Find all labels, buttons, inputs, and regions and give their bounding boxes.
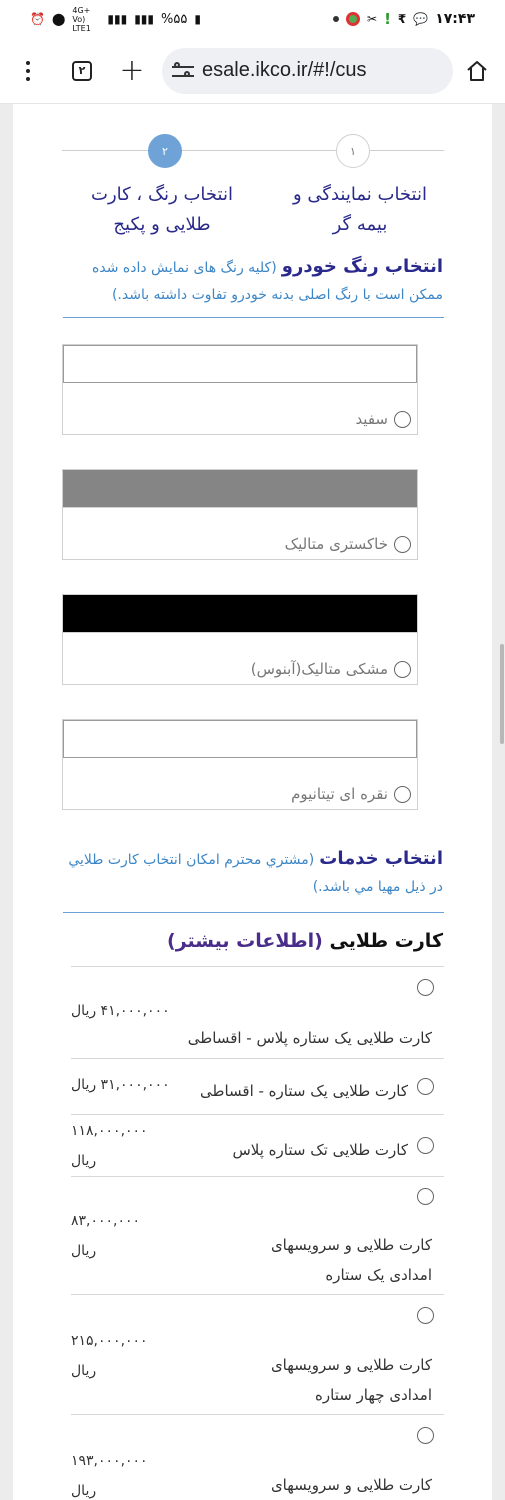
color-option-label: سفید	[355, 410, 411, 428]
gold-card-header: کارت طلایی (اطلاعات بیشتر)	[71, 930, 443, 952]
color-section-header: انتخاب رنگ خودرو (کلیه رنگ های نمایش داد…	[63, 254, 443, 308]
color-name-white: سفید	[355, 410, 388, 428]
radio-icon[interactable]	[394, 410, 411, 428]
app-icon: ₹	[397, 12, 407, 26]
color-option-label: نقره ای تیتانیوم	[291, 785, 411, 803]
gold-card-name: کارت طلایی و سرویسهای امدادی سه	[270, 1476, 432, 1494]
gold-card-price: ۱۹۳,۰۰۰,۰۰۰ ریال	[71, 1453, 148, 1499]
signal-icon-1: ▮▮▮	[134, 12, 155, 26]
clock: ۱۷:۴۳	[435, 11, 475, 27]
gold-card-price: ۲۱۵,۰۰۰,۰۰۰ ریال	[71, 1333, 148, 1379]
step-2-label: انتخاب رنگ ، کارت طلایی و پکیج	[91, 184, 233, 235]
color-swatch-black	[63, 595, 417, 633]
color-option-silver[interactable]: نقره ای تیتانیوم	[62, 719, 418, 810]
gold-card-item[interactable]: ۳۱,۰۰۰,۰۰۰ ریال کارت طلایی یک ستاره - اق…	[71, 1058, 444, 1114]
warning-icon: !	[384, 9, 391, 28]
color-option-white[interactable]: سفید	[62, 344, 418, 435]
status-left: ⏰ ⬤ 4G+ Vo) LTE1 ▮▮▮ ▮▮▮ %۵۵ ▮	[30, 6, 201, 33]
battery-label: %۵۵	[161, 11, 188, 27]
step-2-circle[interactable]: ۲	[148, 134, 182, 168]
radio-icon[interactable]	[417, 1137, 434, 1154]
url-text: esale.ikco.ir/#!/cus	[202, 59, 367, 81]
radio-icon[interactable]	[417, 1078, 434, 1095]
more-menu-icon[interactable]	[10, 53, 46, 89]
color-option-label: مشکی متالیک(آبنوس)	[251, 660, 411, 678]
gold-card-price: ۳۱,۰۰۰,۰۰۰ ریال	[71, 1077, 170, 1093]
alarm-icon: ⏰	[30, 12, 45, 26]
radio-icon[interactable]	[417, 1427, 434, 1444]
color-name-gray: خاکستری متالیک	[284, 535, 388, 553]
gold-card-item[interactable]: ۱۱۸,۰۰۰,۰۰۰ ریال کارت طلایی تک ستاره پلا…	[71, 1114, 444, 1176]
color-swatch-silver	[63, 720, 417, 758]
services-section-divider	[63, 912, 444, 913]
gold-card-name: کارت طلایی یک ستاره - اقساطی	[200, 1082, 408, 1100]
color-option-gray[interactable]: خاکستری متالیک	[62, 469, 418, 560]
services-section-title: انتخاب خدمات	[319, 848, 443, 869]
color-section-divider	[63, 317, 444, 318]
radio-icon[interactable]	[417, 1307, 434, 1324]
color-name-silver: نقره ای تیتانیوم	[291, 785, 388, 803]
radio-icon[interactable]	[394, 660, 411, 678]
tabs-button[interactable]: ۲	[64, 53, 100, 89]
content-card: ۱ ۲ انتخاب نمایندگی و بیمه گر انتخاب رنگ…	[13, 104, 492, 1500]
gold-card-title: کارت طلایی	[329, 930, 443, 952]
radio-icon[interactable]	[417, 1188, 434, 1205]
step-1-circle[interactable]: ۱	[336, 134, 370, 168]
gold-card-name: کارت طلایی و سرویسهای امدادی یک ستاره	[270, 1236, 432, 1284]
color-swatch-gray	[63, 470, 417, 508]
location-icon: ⬤	[51, 12, 66, 26]
home-icon[interactable]	[459, 53, 495, 89]
gold-card-name: کارت طلایی یک ستاره پلاس - اقساطی	[187, 1029, 432, 1047]
gold-card-item[interactable]: ۴۱,۰۰۰,۰۰۰ ریال کارت طلایی یک ستاره پلاس…	[71, 966, 444, 1058]
stepper-line	[62, 150, 444, 151]
scrollbar-thumb[interactable]	[500, 644, 504, 744]
gold-card-item[interactable]: ۲۱۵,۰۰۰,۰۰۰ ریال کارت طلایی و سرویسهای ا…	[71, 1294, 444, 1414]
tabs-count: ۲	[72, 60, 92, 81]
browser-toolbar: ۲ + esale.ikco.ir/#!/cus	[0, 38, 505, 104]
color-swatch-white	[63, 345, 417, 383]
battery-icon: ▮	[194, 12, 201, 26]
radio-icon[interactable]	[417, 979, 434, 996]
gold-card-price: ۱۱۸,۰۰۰,۰۰۰ ریال	[71, 1123, 148, 1169]
tools-icon: ✂	[367, 12, 378, 26]
gold-card-name: کارت طلایی تک ستاره پلاس	[232, 1141, 408, 1159]
status-right: ✂ ! ₹ 💬 ۱۷:۴۳	[333, 11, 475, 27]
color-section-title: انتخاب رنگ خودرو	[281, 256, 443, 277]
gold-card-price: ۸۳,۰۰۰,۰۰۰ ریال	[71, 1213, 141, 1259]
chat-icon: 💬	[413, 12, 429, 26]
gold-card-more-info-link[interactable]: (اطلاعات بیشتر)	[167, 930, 323, 952]
services-section-header: انتخاب خدمات (مشتري محترم امکان انتخاب ک…	[63, 846, 443, 900]
radio-icon[interactable]	[394, 535, 411, 553]
color-name-black: مشکی متالیک(آبنوس)	[250, 660, 388, 678]
step-1-label: انتخاب نمایندگی و بیمه گر	[293, 184, 427, 235]
signal-icon-2: ▮▮▮	[107, 12, 128, 26]
gold-card-item[interactable]: ۸۳,۰۰۰,۰۰۰ ریال کارت طلایی و سرویسهای ام…	[71, 1176, 444, 1294]
site-settings-icon[interactable]	[172, 61, 194, 80]
page-content: ۱ ۲ انتخاب نمایندگی و بیمه گر انتخاب رنگ…	[0, 104, 505, 1500]
color-option-black[interactable]: مشکی متالیک(آبنوس)	[62, 594, 418, 685]
status-bar: ⏰ ⬤ 4G+ Vo) LTE1 ▮▮▮ ▮▮▮ %۵۵ ▮ ✂ ! ₹ 💬 ۱…	[0, 0, 505, 38]
gold-card-price: ۴۱,۰۰۰,۰۰۰ ریال	[71, 1003, 170, 1019]
network-label: 4G+ Vo) LTE1	[72, 5, 91, 33]
address-bar[interactable]: esale.ikco.ir/#!/cus	[162, 47, 453, 94]
gold-card-item[interactable]: ۱۹۳,۰۰۰,۰۰۰ ریال کارت طلایی و سرویسهای ا…	[71, 1414, 444, 1500]
new-tab-icon[interactable]: +	[114, 53, 150, 89]
color-option-label: خاکستری متالیک	[285, 535, 411, 553]
gold-card-name: کارت طلایی و سرویسهای امدادی چهار ستاره	[270, 1356, 432, 1404]
notification-dot-icon	[333, 16, 339, 22]
radio-icon[interactable]	[394, 785, 411, 803]
app-notification-icon	[346, 12, 360, 26]
